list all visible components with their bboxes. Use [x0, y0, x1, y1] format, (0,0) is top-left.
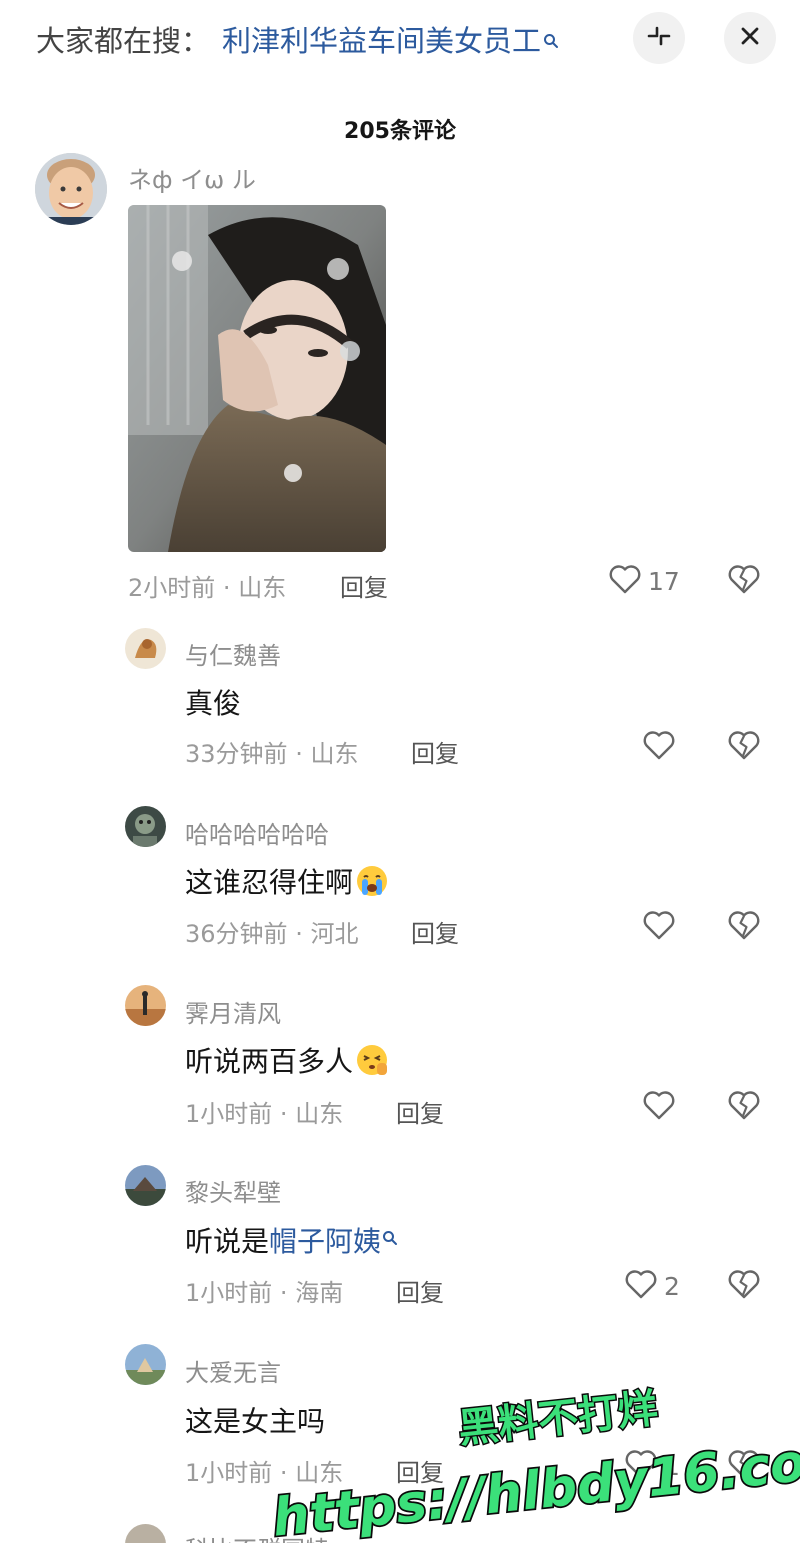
reply-meta: 1小时前 · 山东	[185, 1453, 343, 1488]
heart-icon	[642, 909, 676, 945]
reply-username[interactable]: 与仁魏善	[185, 636, 281, 671]
broken-heart-icon	[727, 1448, 761, 1484]
like-count: 17	[648, 566, 680, 596]
like-button[interactable]: 2	[624, 1266, 680, 1306]
like-count: 1	[664, 1451, 680, 1481]
heart-icon	[642, 729, 676, 765]
search-icon	[382, 1220, 398, 1253]
close-icon	[739, 25, 761, 51]
reply-button[interactable]: 回复	[396, 1273, 444, 1308]
comment-meta: 2小时前 · 山东	[128, 568, 286, 603]
reply-button[interactable]: 回复	[340, 568, 388, 603]
broken-heart-icon	[727, 1089, 761, 1125]
dislike-button[interactable]	[724, 1446, 764, 1486]
avatar[interactable]	[35, 153, 107, 225]
search-prefix-label: 大家都在搜：	[36, 24, 211, 58]
reply-button[interactable]: 回复	[396, 1094, 444, 1129]
reply-location: 山东	[310, 740, 359, 768]
trending-search-link[interactable]: 利津利华益车间美女员工	[222, 18, 559, 60]
heart-icon	[624, 1268, 658, 1304]
reply-meta: 1小时前 · 海南	[185, 1273, 343, 1308]
avatar[interactable]	[125, 985, 166, 1026]
reply-text: 真俊	[185, 687, 242, 720]
meta-separator: ·	[279, 1100, 288, 1128]
search-suggestion-bar: 大家都在搜： 利津利华益车间美女员工	[0, 0, 800, 80]
reply-text: 听说是帽子阿姨	[185, 1220, 398, 1260]
reply-button[interactable]: 回复	[411, 914, 459, 949]
avatar[interactable]	[125, 628, 166, 669]
reply-text-content: 听说是	[185, 1225, 270, 1258]
like-button[interactable]: 17	[608, 561, 680, 601]
watermark: 黑料不打烊 https://hlbdy16.com	[0, 0, 800, 1543]
comment-location: 山东	[238, 574, 287, 602]
reply-meta: 33分钟前 · 山东	[185, 734, 358, 769]
reply-meta: 1小时前 · 山东	[185, 1094, 343, 1129]
comment-photo[interactable]	[128, 205, 386, 552]
reply-username[interactable]: 科比不群国特	[185, 1530, 329, 1543]
reply-username[interactable]: 大爱无言	[185, 1353, 281, 1388]
meta-separator: ·	[222, 574, 231, 602]
avatar[interactable]	[125, 1344, 166, 1385]
avatar[interactable]	[125, 806, 166, 847]
reply-button[interactable]: 回复	[411, 734, 459, 769]
reply-location: 山东	[295, 1459, 344, 1487]
broken-heart-icon	[727, 729, 761, 765]
shushing-face-emoji	[355, 1043, 391, 1084]
reply-time: 1小时前	[185, 1279, 273, 1307]
reply-text: 这是女主吗	[185, 1405, 326, 1438]
broken-heart-icon	[727, 909, 761, 945]
like-button[interactable]	[642, 1087, 676, 1127]
dislike-button[interactable]	[724, 561, 764, 601]
heart-icon	[624, 1448, 658, 1484]
like-button[interactable]	[642, 727, 676, 767]
collapse-icon	[646, 23, 672, 53]
reply-location: 山东	[295, 1100, 344, 1128]
like-button[interactable]	[642, 907, 676, 947]
reply-button[interactable]: 回复	[396, 1453, 444, 1488]
crying-face-emoji	[355, 864, 389, 905]
reply-text-content: 听说两百多人	[185, 1045, 354, 1078]
avatar[interactable]	[125, 1165, 166, 1206]
reply-time: 36分钟前	[185, 920, 288, 948]
topic-search-link[interactable]: 帽子阿姨	[269, 1225, 398, 1258]
avatar[interactable]	[125, 1524, 166, 1543]
dislike-button[interactable]	[724, 727, 764, 767]
like-button[interactable]: 1	[624, 1446, 680, 1486]
dislike-button[interactable]	[724, 1087, 764, 1127]
heart-icon	[608, 563, 642, 599]
watermark-line2: https://hlbdy16.com	[270, 1427, 800, 1543]
heart-icon	[642, 1089, 676, 1125]
reply-text: 这谁忍得住啊	[185, 861, 389, 905]
reply-text: 听说两百多人	[185, 1040, 391, 1084]
broken-heart-icon	[727, 1268, 761, 1304]
reply-location: 海南	[295, 1279, 344, 1307]
search-icon	[543, 22, 559, 56]
like-count: 2	[664, 1271, 680, 1301]
meta-separator: ·	[279, 1279, 288, 1307]
reply-username[interactable]: 哈哈哈哈哈哈	[185, 815, 329, 850]
dislike-button[interactable]	[724, 1266, 764, 1306]
reply-username[interactable]: 黎头犁壁	[185, 1173, 281, 1208]
reply-location: 河北	[310, 920, 359, 948]
meta-separator: ·	[295, 920, 303, 948]
watermark-line1: 黑料不打烊	[456, 1386, 660, 1453]
meta-separator: ·	[295, 740, 303, 768]
topic-search-link-text: 帽子阿姨	[269, 1225, 382, 1258]
dislike-button[interactable]	[724, 907, 764, 947]
broken-heart-icon	[727, 563, 761, 599]
comments-count-title: 205条评论	[344, 119, 456, 144]
meta-separator: ·	[279, 1459, 288, 1487]
reply-username[interactable]: 霁月清风	[185, 994, 281, 1029]
comment-time: 2小时前	[128, 574, 216, 602]
comment-username[interactable]: ネф イω ル	[128, 160, 256, 195]
collapse-button[interactable]	[633, 12, 685, 64]
reply-text-content: 这谁忍得住啊	[185, 866, 354, 899]
reply-time: 1小时前	[185, 1459, 273, 1487]
close-button[interactable]	[724, 12, 776, 64]
trending-search-text: 利津利华益车间美女员工	[222, 24, 542, 58]
reply-time: 33分钟前	[185, 740, 288, 768]
reply-time: 1小时前	[185, 1100, 273, 1128]
reply-meta: 36分钟前 · 河北	[185, 914, 358, 949]
